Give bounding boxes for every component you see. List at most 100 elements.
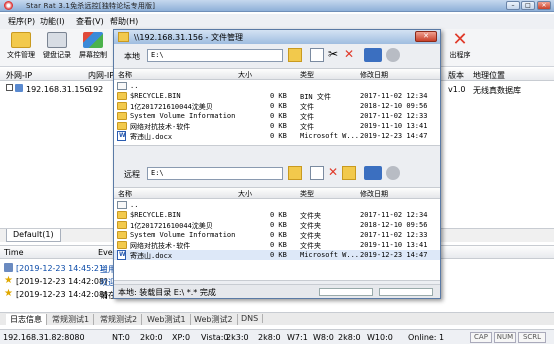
file-date: 2018-12-10 09:56 bbox=[360, 221, 428, 229]
tab-log-info[interactable]: 日志信息 bbox=[6, 314, 47, 325]
close-button[interactable]: ✕ bbox=[537, 1, 551, 10]
file-name: 寄违山.docx bbox=[130, 133, 173, 141]
file-row[interactable]: $RECYCLE.BIN 0 KB BIN 文件 2017-11-02 12:34 bbox=[114, 91, 440, 101]
stop-icon[interactable] bbox=[386, 48, 400, 62]
file-manager-titlebar[interactable]: \\192.168.31.156 - 文件管理 ✕ bbox=[114, 30, 440, 44]
col-date[interactable]: 修改日期 bbox=[360, 70, 388, 80]
log-col-time[interactable]: Time bbox=[4, 248, 24, 257]
star-icon: ★ bbox=[4, 275, 13, 286]
menu-function[interactable]: 功能(I) bbox=[40, 16, 65, 27]
local-path-input[interactable]: E:\ bbox=[147, 49, 283, 62]
menu-program[interactable]: 程序(P) bbox=[8, 16, 35, 27]
file-size: 0 KB bbox=[270, 211, 287, 219]
col-lan-ip[interactable]: 内网-IP bbox=[88, 70, 114, 81]
exit-label: 出程序 bbox=[449, 51, 471, 59]
stop-icon[interactable] bbox=[386, 166, 400, 180]
remote-label: 远程 bbox=[124, 170, 140, 179]
col-type[interactable]: 类型 bbox=[300, 189, 314, 199]
progress-bar bbox=[319, 288, 373, 296]
maximize-button[interactable]: □ bbox=[521, 1, 535, 10]
status-bar: 192.168.31.82:8080 NT:0 2k0:0 XP:0 Vista… bbox=[0, 329, 554, 344]
host-version: v1.0 bbox=[448, 85, 466, 94]
file-date: 2017-11-02 12:34 bbox=[360, 92, 428, 100]
window-title: Star Rat 3.1免杀远控[独特论坛专用版] bbox=[26, 2, 156, 10]
col-size[interactable]: 大小 bbox=[238, 70, 252, 80]
tab-dns[interactable]: DNS bbox=[237, 314, 264, 323]
exit-icon: ✕ bbox=[452, 29, 468, 50]
status-w8: W8:0 bbox=[313, 333, 334, 342]
up-folder-icon bbox=[117, 201, 127, 209]
log-time: [2019-12-23 14:45:21] bbox=[16, 264, 108, 273]
file-size: 0 KB bbox=[270, 92, 287, 100]
file-row[interactable]: 1亿201721610044沈美贝 0 KB 文件 2018-12-10 09:56 bbox=[114, 101, 440, 111]
exit-button[interactable]: ✕ 出程序 bbox=[440, 29, 480, 65]
copy-icon[interactable] bbox=[310, 48, 324, 62]
file-row[interactable]: 网络对抗技术-软件 0 KB 文件 2019-11-10 13:41 bbox=[114, 121, 440, 131]
folder-icon bbox=[11, 32, 31, 48]
file-row[interactable]: 网络对抗技术-软件 0 KB 文件夹 2019-11-10 13:41 bbox=[114, 240, 440, 250]
file-row[interactable]: .. bbox=[114, 81, 440, 91]
file-date: 2017-11-02 12:34 bbox=[360, 211, 428, 219]
file-name: .. bbox=[130, 82, 139, 90]
keylog-button[interactable]: 键盘记录 bbox=[40, 32, 74, 65]
tab-web-test-2[interactable]: Web测试2 bbox=[190, 314, 238, 325]
file-row[interactable]: 1亿201721610044沈美贝 0 KB 文件夹 2018-12-10 09:56 bbox=[114, 220, 440, 230]
file-row[interactable]: System Volume Information 0 KB 文件 2017-11-0… bbox=[114, 111, 440, 121]
log-col-event[interactable]: Eve bbox=[98, 248, 113, 257]
cut-icon[interactable]: ✂ bbox=[326, 48, 340, 62]
file-row[interactable]: .. bbox=[114, 200, 440, 210]
file-row[interactable]: $RECYCLE.BIN 0 KB 文件夹 2017-11-02 12:34 bbox=[114, 210, 440, 220]
tab-regular-test-1[interactable]: 常规测试1 bbox=[48, 314, 95, 325]
file-row[interactable]: 寄违山.docx 0 KB Microsoft W...2019-12-23 14:… bbox=[114, 250, 440, 260]
status-xp: XP:0 bbox=[172, 333, 191, 342]
new-folder-icon[interactable] bbox=[342, 166, 356, 180]
host-wan-ip: 192.168.31.156 bbox=[26, 85, 90, 94]
remote-file-header: 名称 大小 类型 修改日期 bbox=[114, 188, 440, 199]
file-row[interactable]: System Volume Information 0 KB 文件夹 2017-11-… bbox=[114, 230, 440, 240]
file-manager-button[interactable]: 文件管理 bbox=[4, 32, 38, 65]
status-cap: CAP bbox=[470, 332, 492, 343]
col-name[interactable]: 名称 bbox=[118, 70, 132, 80]
network-icon bbox=[4, 263, 13, 272]
remote-path-input[interactable]: E:\ bbox=[147, 167, 283, 180]
status-nt: NT:0 bbox=[112, 333, 130, 342]
status-2k8: 2k8:0 bbox=[258, 333, 281, 342]
log-time: [2019-12-23 14:42:08] bbox=[16, 290, 108, 299]
tab-default[interactable]: Default(1) bbox=[6, 229, 61, 242]
folder-icon bbox=[117, 102, 127, 110]
open-folder-icon[interactable] bbox=[288, 48, 302, 62]
view-icon[interactable] bbox=[364, 166, 382, 180]
col-wan-ip[interactable]: 外网-IP bbox=[6, 70, 32, 81]
screen-control-button[interactable]: 屏幕控制 bbox=[76, 32, 110, 65]
col-name[interactable]: 名称 bbox=[118, 189, 132, 199]
tab-web-test-1[interactable]: Web测试1 bbox=[143, 314, 191, 325]
log-time: [2019-12-23 14:42:08] bbox=[16, 277, 108, 286]
row-checkbox[interactable] bbox=[6, 84, 13, 91]
col-version[interactable]: 版本 bbox=[448, 70, 464, 81]
col-location[interactable]: 地理位置 bbox=[473, 70, 505, 81]
tab-regular-test-2[interactable]: 常规测试2 bbox=[96, 314, 143, 325]
file-name: System Volume Information bbox=[130, 112, 236, 120]
folder-icon bbox=[117, 221, 127, 229]
view-icon[interactable] bbox=[364, 48, 382, 62]
file-name: System Volume Information bbox=[130, 231, 236, 239]
minimize-button[interactable]: – bbox=[506, 1, 520, 10]
status-num: NUM bbox=[494, 332, 516, 343]
col-date[interactable]: 修改日期 bbox=[360, 189, 388, 199]
screen-icon bbox=[83, 32, 103, 48]
delete-icon[interactable]: ✕ bbox=[342, 48, 356, 62]
copy-icon[interactable] bbox=[310, 166, 324, 180]
file-date: 2017-11-02 12:33 bbox=[360, 231, 428, 239]
menu-view[interactable]: 查看(V) bbox=[76, 16, 104, 27]
status-listen-address: 192.168.31.82:8080 bbox=[3, 333, 85, 342]
menu-help[interactable]: 帮助(H) bbox=[110, 16, 138, 27]
app-icon bbox=[4, 1, 13, 10]
close-button[interactable]: ✕ bbox=[415, 31, 437, 42]
open-folder-icon[interactable] bbox=[288, 166, 302, 180]
file-row[interactable]: 寄违山.docx 0 KB Microsoft W...2019-12-23 14:… bbox=[114, 131, 440, 141]
col-type[interactable]: 类型 bbox=[300, 70, 314, 80]
file-size: 0 KB bbox=[270, 251, 287, 259]
delete-icon[interactable]: ✕ bbox=[326, 166, 340, 180]
col-size[interactable]: 大小 bbox=[238, 189, 252, 199]
progress-bar bbox=[379, 288, 433, 296]
